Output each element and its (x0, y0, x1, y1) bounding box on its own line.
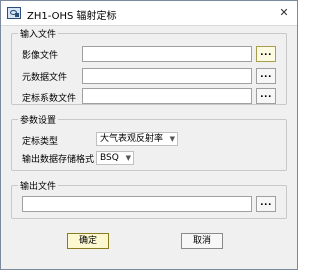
input-files-legend: 输入文件 (18, 27, 59, 40)
image-file-label: 影像文件 (22, 51, 59, 61)
ok-button[interactable]: 确定 (67, 233, 109, 249)
dialog-window: ZH1-OHS 辐射定标 ✕ 输入文件 影像文件 ... 元数据文件 ... 定… (0, 0, 298, 270)
calibration-type-select[interactable]: 大气表观反射率 ▼ (96, 132, 178, 146)
title-bar[interactable]: ZH1-OHS 辐射定标 ✕ (1, 1, 297, 26)
app-icon (7, 7, 21, 19)
window-title: ZH1-OHS 辐射定标 (27, 11, 117, 22)
calibration-type-label: 定标类型 (22, 137, 59, 147)
output-format-value: BSQ (100, 153, 119, 163)
output-format-label: 输出数据存储格式 (22, 155, 95, 165)
output-files-group: 输出文件 ... (11, 179, 287, 219)
chevron-down-icon: ▼ (169, 135, 175, 143)
input-files-group: 输入文件 影像文件 ... 元数据文件 ... 定标系数文件 ... (11, 27, 287, 105)
image-file-browse-button[interactable]: ... (256, 46, 276, 62)
output-file-field[interactable] (22, 196, 252, 212)
params-group: 参数设置 定标类型 大气表观反射率 ▼ 输出数据存储格式 BSQ ▼ (11, 113, 287, 171)
calibration-coef-label: 定标系数文件 (22, 94, 77, 104)
params-legend: 参数设置 (18, 113, 59, 126)
chevron-down-icon: ▼ (125, 154, 131, 162)
output-format-select[interactable]: BSQ ▼ (96, 151, 134, 165)
calibration-type-value: 大气表观反射率 (100, 134, 164, 144)
metadata-file-browse-button[interactable]: ... (256, 68, 276, 84)
metadata-file-field[interactable] (82, 68, 252, 84)
calibration-coef-field[interactable] (82, 88, 252, 104)
calibration-coef-browse-button[interactable]: ... (256, 88, 276, 104)
output-files-legend: 输出文件 (18, 179, 59, 192)
output-file-browse-button[interactable]: ... (256, 196, 276, 212)
cancel-button[interactable]: 取消 (181, 233, 223, 249)
metadata-file-label: 元数据文件 (22, 73, 68, 83)
image-file-field[interactable] (82, 46, 252, 62)
close-button[interactable]: ✕ (277, 6, 291, 20)
